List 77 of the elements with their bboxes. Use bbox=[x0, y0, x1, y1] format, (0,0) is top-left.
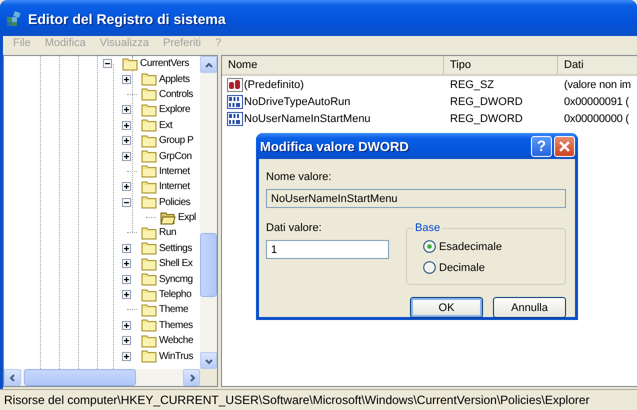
column-header[interactable]: Nome bbox=[222, 56, 444, 74]
radio-label[interactable]: Decimale bbox=[439, 262, 485, 274]
value-name[interactable]: (Predefinito) bbox=[244, 78, 304, 90]
expand-icon[interactable] bbox=[122, 136, 131, 146]
binary-value-icon bbox=[227, 94, 243, 110]
value-type: REG_SZ bbox=[449, 78, 496, 90]
registry-path: Risorse del computer\HKEY_CURRENT_USER\Software\Microsoft\Windows\CurrentVersion\Policies\Explorer bbox=[4, 393, 590, 407]
tree-item[interactable]: Internet bbox=[159, 181, 190, 192]
value-name-field[interactable]: NoUserNameInStartMenu bbox=[266, 189, 566, 208]
scroll-left-icon[interactable] bbox=[4, 369, 21, 386]
dialog-title: Modifica valore DWORD bbox=[260, 138, 410, 154]
expand-icon[interactable] bbox=[122, 259, 131, 268]
tree-item[interactable]: GrpCon bbox=[159, 150, 192, 162]
field-label: Nome valore: bbox=[266, 171, 332, 185]
expand-icon[interactable] bbox=[122, 244, 131, 253]
tree-item[interactable]: Settings bbox=[159, 242, 192, 254]
value-data: 0x00000000 ( bbox=[563, 112, 630, 124]
expand-icon[interactable] bbox=[122, 182, 131, 192]
tree-item[interactable]: Group P bbox=[159, 135, 194, 146]
scroll-thumb[interactable] bbox=[200, 233, 217, 297]
value-data-field[interactable]: 1 bbox=[266, 240, 389, 259]
scrollbar-corner bbox=[200, 369, 217, 386]
scroll-thumb[interactable] bbox=[24, 369, 136, 386]
ok-button[interactable]: OK bbox=[410, 297, 483, 318]
help-button[interactable]: ? bbox=[531, 136, 552, 156]
value-type: REG_DWORD bbox=[449, 112, 524, 124]
scroll-up-icon[interactable] bbox=[200, 56, 217, 73]
column-header[interactable]: Tipo bbox=[444, 56, 558, 74]
tree-item[interactable]: Syncmg bbox=[159, 274, 193, 285]
radio-label[interactable]: Esadecimale bbox=[439, 240, 502, 252]
expand-icon[interactable] bbox=[122, 274, 131, 284]
group-label: Base bbox=[413, 222, 442, 234]
collapse-icon[interactable] bbox=[122, 198, 131, 207]
expand-icon[interactable] bbox=[122, 74, 131, 84]
value-type: REG_DWORD bbox=[449, 96, 524, 108]
radio-button[interactable] bbox=[423, 240, 436, 253]
tree-item[interactable]: Applets bbox=[159, 74, 190, 85]
expand-icon[interactable] bbox=[122, 336, 131, 346]
column-header[interactable]: Dati bbox=[558, 56, 637, 74]
value-data: (valore non im bbox=[563, 78, 632, 90]
field-label: Dati valore: bbox=[266, 222, 323, 236]
close-icon bbox=[559, 140, 570, 152]
tree-item[interactable]: Explore bbox=[159, 104, 190, 116]
tree-item[interactable]: Expl bbox=[178, 212, 196, 224]
expand-icon[interactable] bbox=[122, 352, 131, 361]
tree-item[interactable]: Internet bbox=[159, 166, 190, 177]
expand-icon[interactable] bbox=[122, 290, 131, 300]
string-value-icon bbox=[227, 76, 243, 92]
tree-item[interactable]: Webche bbox=[159, 335, 194, 346]
close-button[interactable] bbox=[554, 136, 575, 156]
tree-item[interactable]: Shell Ex bbox=[159, 258, 192, 270]
tree-item[interactable]: Theme bbox=[159, 304, 188, 316]
expand-icon[interactable] bbox=[122, 120, 131, 130]
tree-item[interactable]: Policies bbox=[159, 196, 190, 208]
tree-item[interactable]: WinTrus bbox=[159, 350, 194, 362]
registry-icon bbox=[6, 11, 22, 27]
horizontal-scrollbar[interactable] bbox=[4, 369, 217, 386]
expand-icon[interactable] bbox=[122, 152, 131, 161]
expand-icon[interactable] bbox=[122, 320, 131, 330]
collapse-icon[interactable] bbox=[103, 59, 112, 68]
tree-item[interactable]: Themes bbox=[159, 320, 193, 331]
value-name[interactable]: NoUserNameInStartMenu bbox=[244, 112, 371, 124]
scroll-right-icon[interactable] bbox=[183, 369, 200, 386]
tree-item[interactable]: Ext bbox=[159, 120, 172, 131]
cancel-button[interactable]: Annulla bbox=[493, 297, 566, 318]
tree-item[interactable]: Run bbox=[159, 227, 176, 238]
tree-item[interactable]: Telepho bbox=[159, 289, 192, 300]
value-name[interactable]: NoDriveTypeAutoRun bbox=[244, 96, 350, 108]
binary-value-icon bbox=[227, 110, 243, 126]
vertical-scrollbar[interactable] bbox=[200, 56, 217, 369]
value-data: 0x00000091 ( bbox=[563, 96, 630, 108]
scroll-down-icon[interactable] bbox=[200, 352, 217, 369]
tree-item[interactable]: Controls bbox=[159, 88, 194, 100]
radio-button[interactable] bbox=[423, 261, 436, 274]
tree-item[interactable]: CurrentVers bbox=[140, 58, 189, 70]
expand-icon[interactable] bbox=[122, 105, 131, 114]
window-title: Editor del Registro di sistema bbox=[28, 11, 226, 27]
